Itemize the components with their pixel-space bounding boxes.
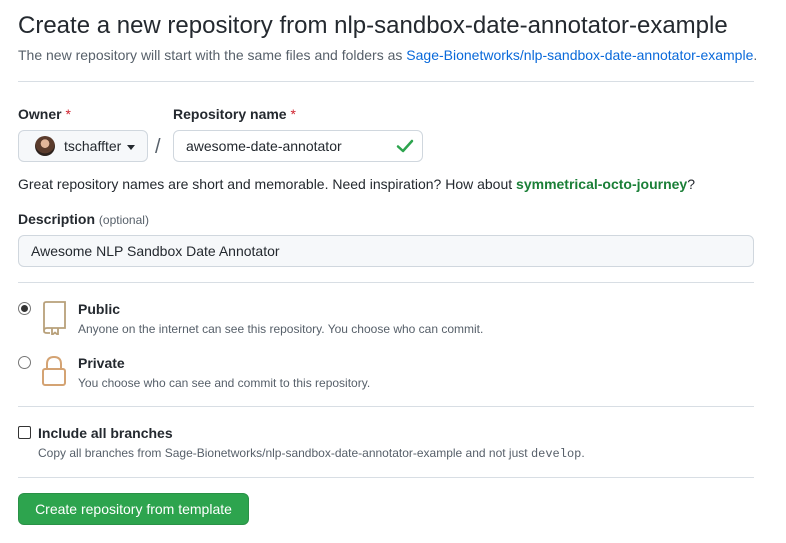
include-branches-description: Copy all branches from Sage-Bionetworks/… — [38, 446, 585, 461]
include-branches-checkbox[interactable] — [18, 426, 31, 439]
owner-repo-separator: / — [155, 136, 161, 158]
create-repository-button[interactable]: Create repository from template — [18, 493, 249, 525]
optional-label: (optional) — [98, 213, 149, 227]
public-title: Public — [78, 301, 121, 317]
branches-desc-text: Copy all branches from Sage-Bionetworks/… — [38, 446, 531, 460]
public-description: Anyone on the internet can see this repo… — [78, 322, 484, 336]
avatar — [35, 136, 55, 156]
description-input[interactable]: Awesome NLP Sandbox Date Annotator — [18, 235, 754, 267]
include-branches-label[interactable]: Include all branches — [38, 425, 173, 441]
divider — [18, 81, 754, 82]
hint-end: ? — [687, 176, 696, 192]
suggested-name[interactable]: symmetrical-octo-journey — [516, 176, 687, 192]
repo-name-label-text: Repository name — [173, 106, 287, 122]
private-description: You choose who can see and commit to thi… — [78, 376, 371, 390]
owner-name: tschaffter — [64, 138, 122, 154]
description-label-text: Description — [18, 211, 96, 227]
divider — [18, 477, 754, 478]
repo-icon — [43, 301, 66, 335]
page-subtitle: The new repository will start with the s… — [18, 47, 757, 63]
owner-label-text: Owner — [18, 106, 62, 122]
lock-icon — [42, 355, 66, 386]
repo-name-label: Repository name * — [173, 106, 296, 122]
private-radio[interactable] — [18, 356, 31, 369]
check-icon — [396, 139, 414, 153]
repo-name-input[interactable]: awesome-date-annotator — [173, 130, 423, 162]
repo-name-hint: Great repository names are short and mem… — [18, 176, 695, 192]
owner-dropdown-button[interactable]: tschaffter — [18, 130, 148, 162]
chevron-down-icon — [127, 144, 136, 150]
divider — [18, 282, 754, 283]
public-radio[interactable] — [18, 302, 31, 315]
page-title: Create a new repository from nlp-sandbox… — [18, 12, 728, 39]
private-title: Private — [78, 355, 125, 371]
repo-name-required-mark: * — [290, 106, 296, 122]
subtitle-end: . — [753, 47, 758, 63]
owner-required-mark: * — [65, 106, 71, 122]
template-repo-link[interactable]: Sage-Bionetworks/nlp-sandbox-date-annota… — [406, 47, 753, 63]
branches-desc-end: . — [581, 446, 585, 460]
divider — [18, 406, 754, 407]
description-label: Description (optional) — [18, 211, 149, 227]
hint-text: Great repository names are short and mem… — [18, 176, 517, 192]
subtitle-text: The new repository will start with the s… — [18, 47, 407, 63]
owner-label: Owner * — [18, 106, 71, 122]
default-branch-name: develop — [530, 447, 582, 461]
